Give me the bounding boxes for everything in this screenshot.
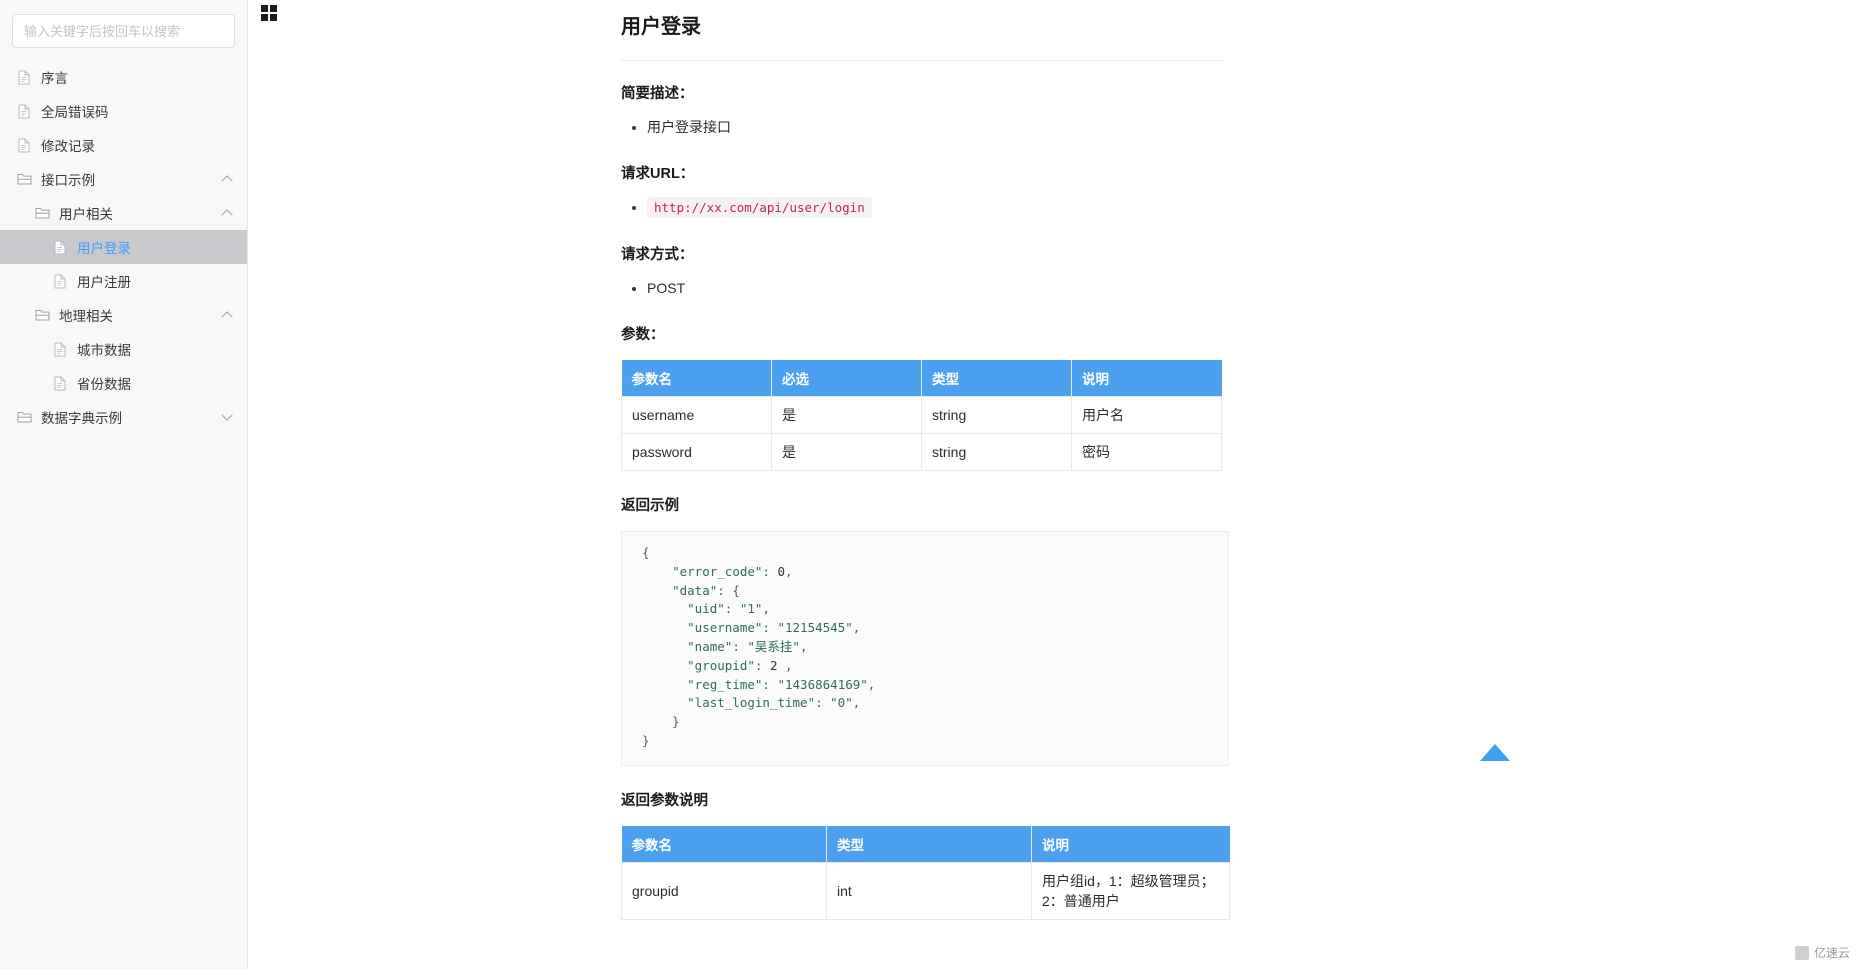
table-header-cell: 说明 [1071,360,1222,397]
table-cell: int [826,861,1032,920]
table-header-cell: 参数名 [621,360,772,397]
table-cell: username [621,396,772,434]
grid-square [261,5,268,12]
return-example-heading: 返回示例 [621,498,679,514]
table-header-cell: 说明 [1031,825,1230,863]
chevron-up-icon[interactable] [221,173,233,185]
return-example-code: { "error_code": 0, "data": { "uid": "1",… [642,545,876,748]
return-params-table: 参数名 类型 说明 groupid int 用户组id，1：超级管理员；2：普通用户 [621,825,1230,920]
chevron-up-icon[interactable] [221,207,233,219]
title-divider [621,60,1223,61]
table-cell: groupid [621,861,827,920]
watermark-logo-icon [1794,945,1809,960]
sidebar-item-label: 序言 [41,71,68,86]
sidebar-nav: 序言全局错误码修改记录接口示例用户相关用户登录用户注册地理相关城市数据省份数据数… [0,60,247,434]
file-icon [52,239,68,255]
table-header-cell: 类型 [826,825,1032,863]
watermark: 亿速云 [1794,944,1850,961]
chevron-down-icon[interactable] [221,411,233,423]
watermark-label: 亿速云 [1813,946,1850,960]
table-cell: string [921,433,1072,471]
grid-square [270,14,277,21]
table-cell: string [921,396,1072,434]
table-cell: 用户名 [1071,396,1222,434]
sidebar-item-8[interactable]: 地理相关 [0,298,247,332]
main-content: 用户登录 简要描述： 用户登录接口 请求URL： http://xx.com/a… [248,0,1862,969]
description-list: 用户登录接口 [621,113,1241,141]
sidebar-item-6[interactable]: 用户登录 [0,230,247,264]
search-input[interactable] [12,14,235,48]
sidebar-item-3[interactable]: 修改记录 [0,128,247,162]
return-example-code-block: { "error_code": 0, "data": { "uid": "1",… [621,531,1229,766]
sidebar-item-label: 省份数据 [77,377,131,392]
sidebar-item-label: 用户登录 [77,241,131,256]
params-table: 参数名 必选 类型 说明 username 是 string 用户名 password 是 str… [621,360,1222,471]
folder-icon [16,171,32,187]
file-icon [16,103,32,119]
table-cell: 是 [771,396,922,434]
document-body: 用户登录 简要描述： 用户登录接口 请求URL： http://xx.com/a… [621,0,1241,920]
table-header-row: 参数名 类型 说明 [621,825,1230,863]
folder-icon [34,205,50,221]
table-header-cell: 类型 [921,360,1072,397]
list-item: 用户登录接口 [647,113,1241,141]
table-cell: 密码 [1071,433,1222,471]
sidebar-item-label: 地理相关 [59,309,113,324]
sidebar-item-label: 用户相关 [59,207,113,222]
params-table-head: 参数名 必选 类型 说明 [621,360,1222,397]
sidebar-item-label: 全局错误码 [41,105,109,120]
return-params-heading: 返回参数说明 [621,792,708,809]
description-heading: 简要描述： [621,86,694,102]
return-params-table-head: 参数名 类型 说明 [621,825,1230,863]
chevron-up-icon[interactable] [221,309,233,321]
request-url-heading: 请求URL： [621,166,695,182]
sidebar-item-label: 用户注册 [77,275,131,290]
table-row: username 是 string 用户名 [621,396,1222,434]
list-item: http://xx.com/api/user/login [647,193,1241,222]
sidebar-item-label: 数据字典示例 [41,411,122,426]
request-method-list: POST [621,274,1241,302]
table-row: groupid int 用户组id，1：超级管理员；2：普通用户 [621,861,1230,920]
app-root: 序言全局错误码修改记录接口示例用户相关用户登录用户注册地理相关城市数据省份数据数… [0,0,1862,969]
page-title: 用户登录 [621,16,701,38]
sidebar: 序言全局错误码修改记录接口示例用户相关用户登录用户注册地理相关城市数据省份数据数… [0,0,248,969]
folder-icon [34,307,50,323]
sidebar-item-label: 接口示例 [41,173,95,188]
grid-square [261,14,268,21]
sidebar-item-4[interactable]: 接口示例 [0,162,247,196]
table-header-cell: 必选 [771,360,922,397]
request-url-code[interactable]: http://xx.com/api/user/login [647,197,872,218]
grid-square [270,5,277,12]
table-cell: password [621,433,772,471]
table-row: password 是 string 密码 [621,433,1222,471]
list-item: POST [647,274,1241,302]
request-url-list: http://xx.com/api/user/login [621,193,1241,222]
sidebar-item-10[interactable]: 省份数据 [0,366,247,400]
sidebar-item-label: 城市数据 [77,343,131,358]
sidebar-item-11[interactable]: 数据字典示例 [0,400,247,434]
folder-icon [16,409,32,425]
sidebar-item-5[interactable]: 用户相关 [0,196,247,230]
params-heading: 参数： [621,327,665,343]
table-cell: 用户组id，1：超级管理员；2：普通用户 [1031,861,1230,920]
sidebar-item-label: 修改记录 [41,139,95,154]
return-params-table-body: groupid int 用户组id，1：超级管理员；2：普通用户 [621,861,1230,920]
search-container [0,0,247,56]
grid-menu-icon[interactable] [261,5,277,21]
file-icon [52,341,68,357]
file-icon [16,69,32,85]
back-to-top-button[interactable] [1480,744,1510,761]
params-table-body: username 是 string 用户名 password 是 string 密码 [621,396,1222,471]
sidebar-item-1[interactable]: 序言 [0,60,247,94]
sidebar-item-7[interactable]: 用户注册 [0,264,247,298]
table-cell: 是 [771,433,922,471]
sidebar-item-9[interactable]: 城市数据 [0,332,247,366]
file-icon [52,273,68,289]
sidebar-item-2[interactable]: 全局错误码 [0,94,247,128]
file-icon [16,137,32,153]
file-icon [52,375,68,391]
table-header-cell: 参数名 [621,825,827,863]
request-method-heading: 请求方式： [621,247,694,263]
table-header-row: 参数名 必选 类型 说明 [621,360,1222,397]
